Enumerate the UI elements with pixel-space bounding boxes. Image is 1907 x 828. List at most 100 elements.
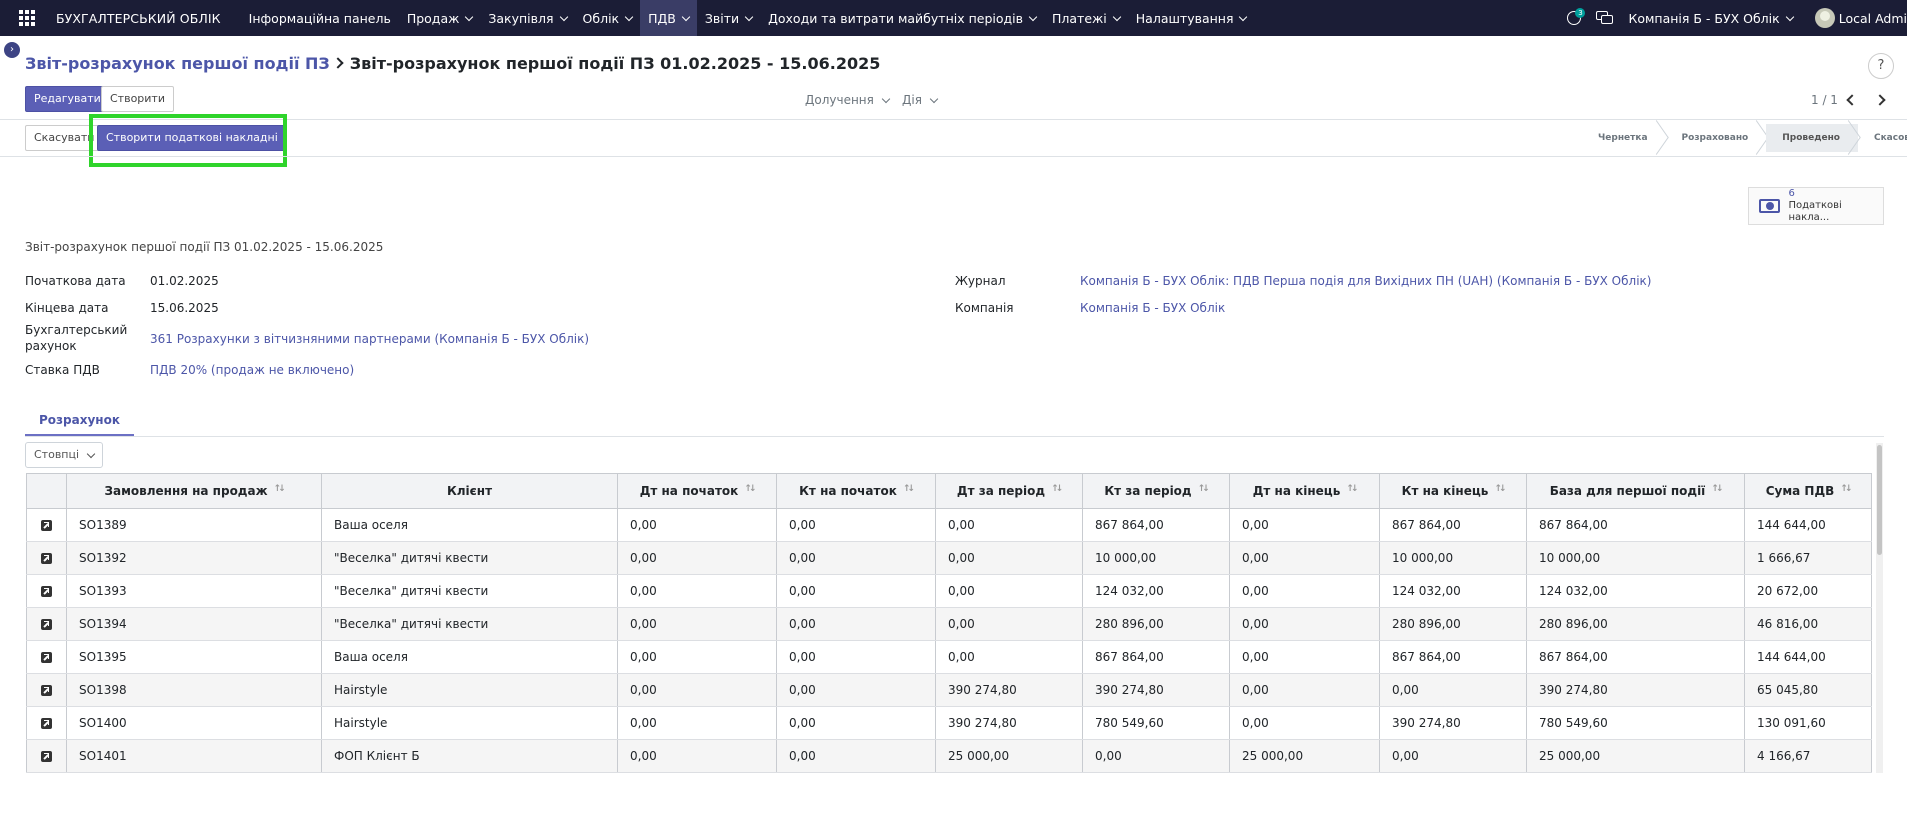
status-stage-1[interactable]: Розраховано [1666, 124, 1767, 152]
end-date-label: Кінцева дата [25, 301, 109, 315]
open-record-cell[interactable] [26, 541, 67, 575]
status-stage-0[interactable]: Чернетка [1582, 124, 1666, 152]
table-row[interactable]: SO1401 ФОП Клієнт Б 0,00 0,00 25 000,00 0,00 2… [26, 739, 1872, 773]
table-row[interactable]: SO1392 "Веселка" дитячі квести 0,00 0,00 0,0… [26, 541, 1872, 575]
open-record-cell[interactable] [26, 673, 67, 707]
table-header-7[interactable]: Кт на кінець [1379, 473, 1527, 509]
tab-calculation[interactable]: Розрахунок [25, 409, 134, 436]
menu-item-5[interactable]: Звіти [697, 0, 760, 36]
open-external-icon[interactable] [41, 652, 52, 663]
sort-icon[interactable] [903, 484, 913, 497]
open-external-icon[interactable] [41, 553, 52, 564]
table-cell: 0,00 [776, 673, 936, 707]
open-record-cell[interactable] [26, 706, 67, 740]
start-date-field[interactable]: 01.02.2025 [150, 274, 219, 288]
table-scrollbar[interactable] [1876, 443, 1883, 773]
help-button[interactable]: ? [1868, 53, 1894, 79]
user-name[interactable]: Local Admi [1839, 11, 1907, 26]
menu-item-6[interactable]: Доходи та витрати майбутніх періодів [760, 0, 1044, 36]
table-cell: 0,00 [935, 607, 1083, 641]
table-header-9[interactable]: Сума ПДВ [1744, 473, 1872, 509]
company-field-link[interactable]: Компанія Б - БУХ Облік [1080, 301, 1225, 315]
edit-button[interactable]: Редагувати [25, 86, 110, 112]
document-title: Звіт-розрахунок першої події ПЗ 01.02.20… [25, 240, 384, 254]
status-stage-3[interactable]: Скасовано [1858, 124, 1907, 152]
menu-item-0[interactable]: Інформаційна панель [241, 0, 399, 36]
sort-icon[interactable] [1346, 484, 1356, 497]
sort-icon[interactable] [1051, 484, 1061, 497]
apps-menu-icon[interactable] [8, 0, 46, 36]
table-row[interactable]: SO1395 Ваша оселя 0,00 0,00 0,00 867 864,00 0,… [26, 640, 1872, 674]
sort-icon[interactable] [1198, 484, 1208, 497]
open-external-icon[interactable] [41, 751, 52, 762]
menu-item-1[interactable]: Продаж [399, 0, 481, 36]
tax-invoices-smart-button[interactable]: 6 Податкові накла... [1748, 187, 1884, 225]
menu-item-label: Закупівля [488, 10, 554, 26]
table-header-1[interactable]: Клієнт [321, 473, 618, 509]
table-row[interactable]: SO1389 Ваша оселя 0,00 0,00 0,00 867 864,00 0,… [26, 508, 1872, 542]
table-header-2[interactable]: Дт на початок [617, 473, 777, 509]
table-cell: 0,00 [1082, 739, 1230, 773]
table-row[interactable]: SO1394 "Веселка" дитячі квести 0,00 0,00 0,0… [26, 607, 1872, 641]
sort-icon[interactable] [744, 484, 754, 497]
action-dropdown[interactable]: Дія [902, 93, 939, 107]
account-label-line-2: рахунок [25, 339, 77, 353]
account-field-link[interactable]: 361 Розрахунки з вітчизняними партнерами… [150, 332, 589, 346]
table-row[interactable]: SO1400 Hairstyle 0,00 0,00 390 274,80 780 549… [26, 706, 1872, 740]
activity-badge: 3 [1575, 8, 1586, 18]
open-external-icon[interactable] [41, 586, 52, 597]
menu-item-4[interactable]: ПДВ [640, 0, 697, 36]
table-header-5[interactable]: Кт за період [1082, 473, 1230, 509]
menu-item-3[interactable]: Облік [575, 0, 641, 36]
pager-next-icon[interactable] [1876, 95, 1886, 105]
menu-item-7[interactable]: Платежі [1044, 0, 1128, 36]
sort-icon[interactable] [274, 484, 284, 497]
open-record-cell[interactable] [26, 508, 67, 542]
table-header-0[interactable]: Замовлення на продаж [66, 473, 322, 509]
messages-chat-icon[interactable] [1594, 7, 1616, 29]
open-record-cell[interactable] [26, 574, 67, 608]
menu-item-2[interactable]: Закупівля [480, 0, 574, 36]
company-switcher[interactable]: Компанія Б - БУХ Облік [1628, 11, 1794, 26]
table-header-8[interactable]: База для першої події [1526, 473, 1745, 509]
open-record-cell[interactable] [26, 607, 67, 641]
open-external-icon[interactable] [41, 520, 52, 531]
table-cell: 390 274,80 [1379, 706, 1527, 740]
table-cell: 0,00 [776, 607, 936, 641]
open-external-icon[interactable] [41, 619, 52, 630]
table-cell: 0,00 [1229, 574, 1380, 608]
sidebar-toggle-icon[interactable]: › [4, 42, 20, 58]
columns-button[interactable]: Стовпці [25, 442, 104, 468]
table-header-4[interactable]: Дт за період [935, 473, 1083, 509]
sort-icon[interactable] [1494, 484, 1504, 497]
table-row[interactable]: SO1393 "Веселка" дитячі квести 0,00 0,00 0,0… [26, 574, 1872, 608]
table-cell: 130 091,60 [1744, 706, 1872, 740]
table-cell: 0,00 [776, 508, 936, 542]
menu-item-label: Продаж [406, 10, 460, 26]
pager-previous-icon[interactable] [1846, 95, 1856, 105]
menu-item-8[interactable]: Налаштування [1128, 0, 1255, 36]
chevron-down-icon [1028, 12, 1038, 21]
account-label: Бухгалтерський рахунок [25, 323, 127, 353]
breadcrumb-parent-link[interactable]: Звіт-розрахунок першої події ПЗ [25, 54, 330, 73]
table-header-6[interactable]: Дт на кінець [1229, 473, 1380, 509]
attachments-dropdown[interactable]: Долучення [805, 93, 891, 107]
sort-icon[interactable] [1840, 484, 1850, 497]
pager-value[interactable]: 1 / 1 [1811, 93, 1838, 107]
table-cell: 0,00 [1229, 640, 1380, 674]
status-stage-2[interactable]: Проведено [1766, 124, 1858, 152]
table-header-3[interactable]: Кт на початок [776, 473, 936, 509]
open-record-cell[interactable] [26, 739, 67, 773]
create-button[interactable]: Створити [101, 86, 174, 112]
end-date-field[interactable]: 15.06.2025 [150, 301, 219, 315]
user-avatar[interactable] [1814, 8, 1835, 28]
vat-rate-field-link[interactable]: ПДВ 20% (продаж не включено) [150, 363, 354, 377]
open-external-icon[interactable] [41, 685, 52, 696]
table-row[interactable]: SO1398 Hairstyle 0,00 0,00 390 274,80 390 274… [26, 673, 1872, 707]
activity-clock-icon[interactable]: 3 [1564, 7, 1586, 29]
open-external-icon[interactable] [41, 718, 52, 729]
sort-icon[interactable] [1711, 484, 1721, 497]
open-record-cell[interactable] [26, 640, 67, 674]
journal-field-link[interactable]: Компанія Б - БУХ Облік: ПДВ Перша подія … [1080, 274, 1651, 288]
app-brand[interactable]: БУХГАЛТЕРСЬКИЙ ОБЛІК [56, 11, 221, 26]
